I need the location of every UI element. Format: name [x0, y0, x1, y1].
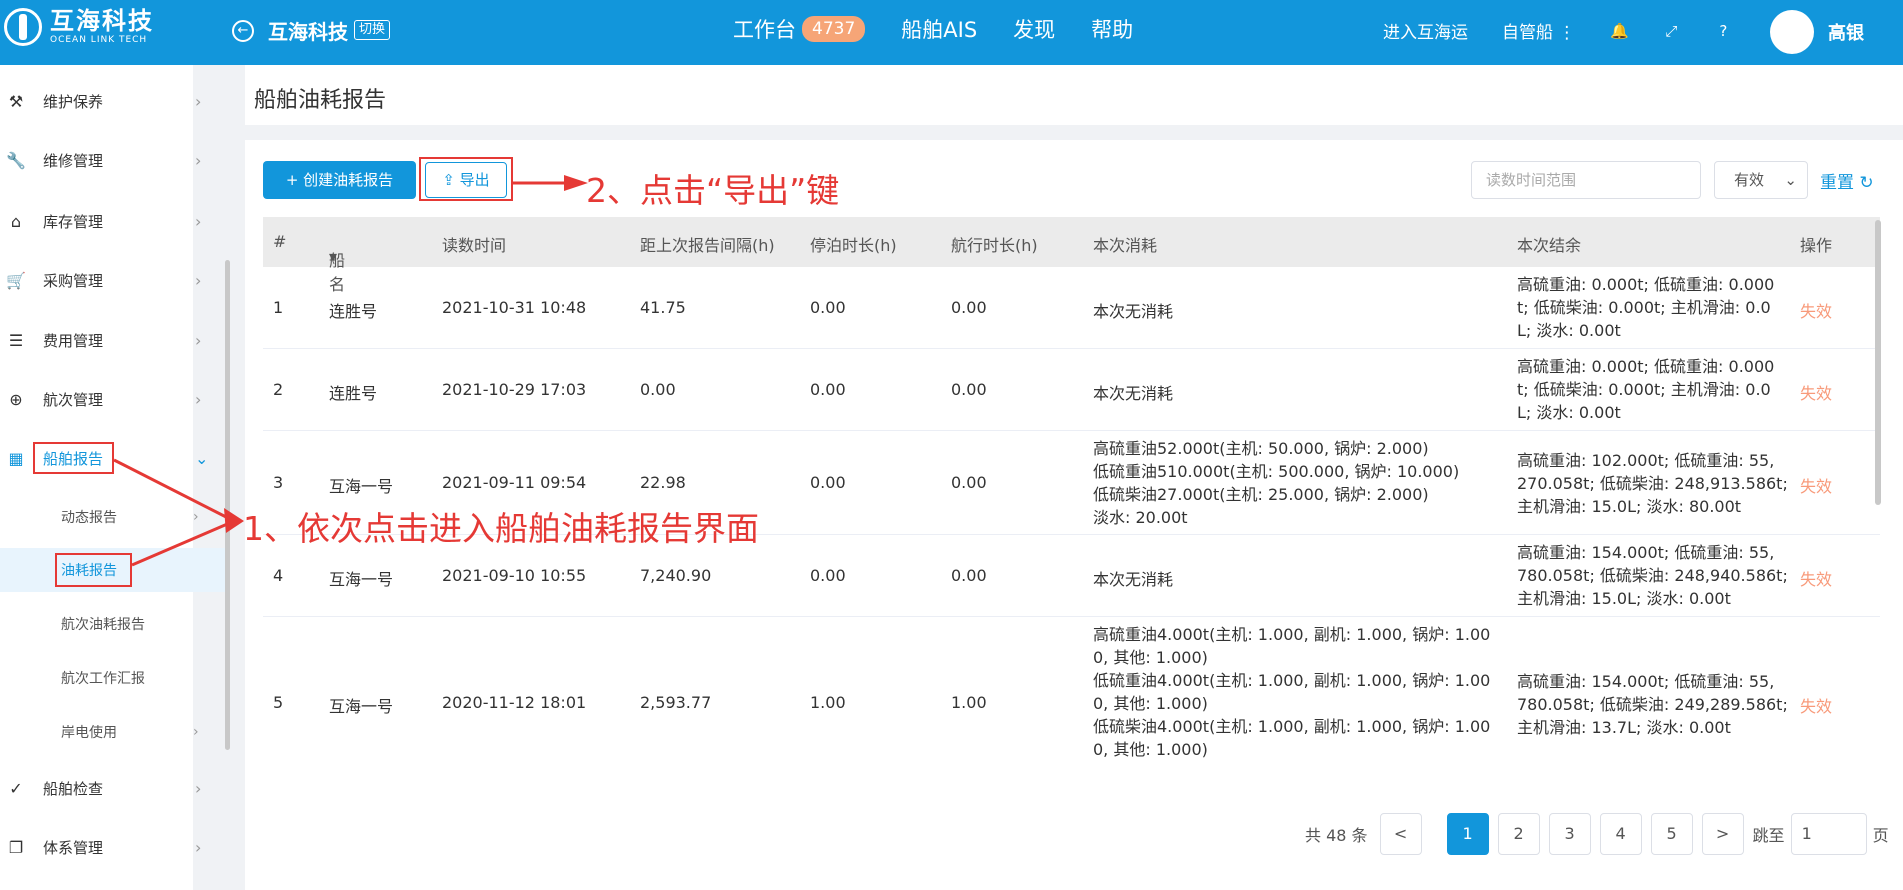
annotation-step-1: 1、依次点击进入船舶油耗报告界面	[243, 509, 759, 548]
arrow-line	[113, 458, 233, 522]
annotation-step-2: 2、点击“导出”键	[586, 171, 840, 210]
annotation-arrows	[113, 175, 588, 567]
arrow-head	[224, 508, 244, 533]
arrow-head	[564, 175, 588, 191]
arrow-line	[131, 520, 233, 567]
